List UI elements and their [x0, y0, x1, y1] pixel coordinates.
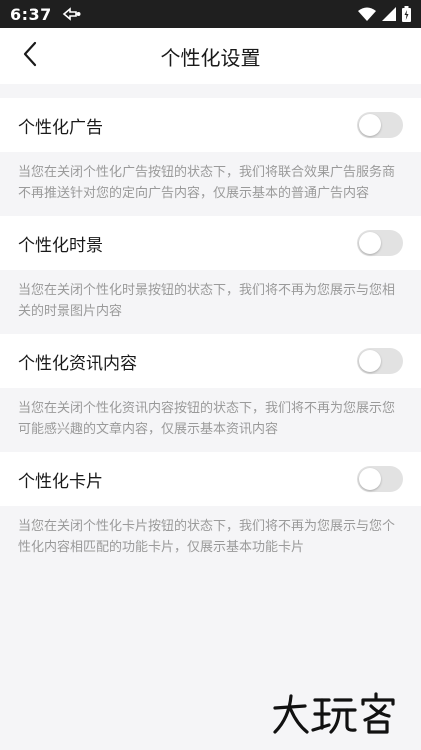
setting-description: 当您在关闭个性化广告按钮的状态下，我们将联合效果广告服务商不再推送针对您的定向广…: [0, 152, 421, 216]
setting-description: 当您在关闭个性化资讯内容按钮的状态下，我们将不再为您展示您可能感兴趣的文章内容，…: [0, 388, 421, 452]
toggle-knob: [359, 350, 381, 372]
top-spacer: [0, 84, 421, 98]
watermark-logo: [271, 692, 401, 736]
app-notification-icon: [62, 7, 82, 21]
personalized-news-toggle[interactable]: [357, 348, 403, 374]
page-title: 个性化设置: [160, 45, 261, 70]
setting-row-personalized-scenery: 个性化时景: [0, 216, 421, 270]
chevron-left-icon: [22, 41, 38, 71]
setting-label: 个性化广告: [18, 117, 103, 138]
toggle-knob: [359, 232, 381, 254]
wifi-icon: [358, 7, 376, 21]
toggle-knob: [359, 114, 381, 136]
status-bar: 6:37: [0, 0, 421, 28]
setting-label: 个性化卡片: [18, 471, 103, 492]
personalized-scenery-toggle[interactable]: [357, 230, 403, 256]
setting-description: 当您在关闭个性化时景按钮的状态下，我们将不再为您展示与您相关的时景图片内容: [0, 270, 421, 334]
battery-icon: [402, 6, 411, 22]
personalized-ads-toggle[interactable]: [357, 112, 403, 138]
back-button[interactable]: [10, 36, 50, 76]
setting-row-personalized-cards: 个性化卡片: [0, 452, 421, 506]
setting-row-personalized-ads: 个性化广告: [0, 98, 421, 152]
personalized-cards-toggle[interactable]: [357, 466, 403, 492]
setting-label: 个性化时景: [18, 235, 103, 256]
status-time: 6:37: [10, 4, 52, 24]
signal-icon: [382, 7, 396, 21]
setting-description: 当您在关闭个性化卡片按钮的状态下，我们将不再为您展示与您个性化内容相匹配的功能卡…: [0, 506, 421, 570]
toggle-knob: [359, 468, 381, 490]
top-nav-bar: 个性化设置: [0, 28, 421, 84]
setting-row-personalized-news: 个性化资讯内容: [0, 334, 421, 388]
setting-label: 个性化资讯内容: [18, 353, 137, 374]
